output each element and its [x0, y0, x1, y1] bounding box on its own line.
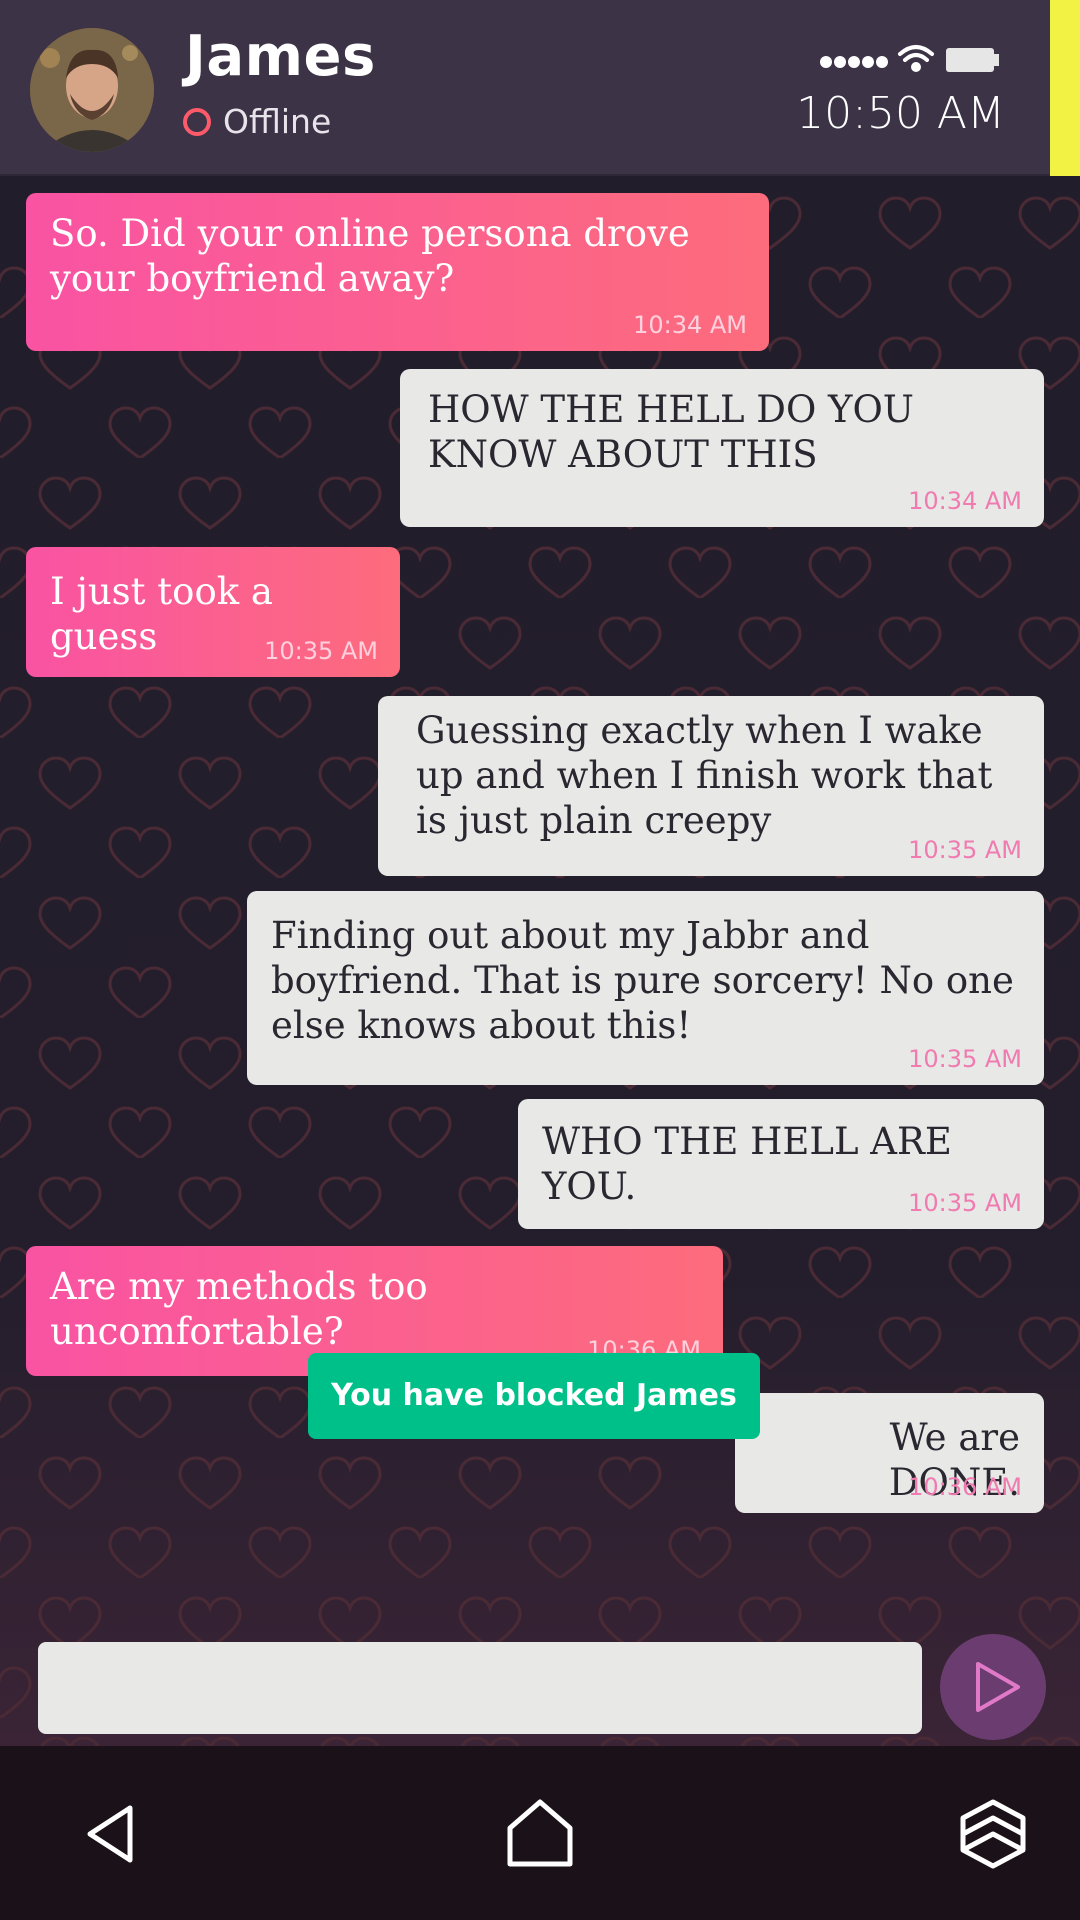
blocked-notice: You have blocked James — [308, 1353, 760, 1439]
system-nav-bar — [0, 1746, 1080, 1920]
message-bubble-sent[interactable]: WHO THE HELL ARE YOU. 10:35 AM — [518, 1099, 1044, 1229]
offline-status-icon — [183, 108, 211, 136]
message-time: 10:35 AM — [264, 637, 378, 665]
home-icon — [507, 1799, 573, 1867]
message-bubble-sent[interactable]: Guessing exactly when I wake up and when… — [378, 696, 1044, 876]
back-icon — [87, 1805, 133, 1863]
message-time: 10:35 AM — [908, 836, 1022, 864]
status-clock: 10:50 AM — [796, 88, 1005, 139]
message-time: 10:34 AM — [908, 487, 1022, 515]
recents-button[interactable] — [953, 1794, 1033, 1874]
signal-dots-icon — [820, 56, 888, 68]
wifi-icon — [898, 45, 934, 72]
message-text: HOW THE HELL DO YOU KNOW ABOUT THIS — [428, 388, 914, 476]
message-bubble-received[interactable]: I just took a guess 10:35 AM — [26, 547, 400, 677]
avatar[interactable] — [30, 28, 154, 152]
message-text: Guessing exactly when I wake up and when… — [416, 709, 993, 842]
status-icons — [820, 45, 999, 72]
message-time: 10:35 AM — [908, 1045, 1022, 1073]
battery-icon — [946, 48, 999, 72]
message-bubble-sent[interactable]: Finding out about my Jabbr and boyfriend… — [247, 891, 1044, 1085]
contact-name: James — [185, 24, 376, 89]
contact-status: Offline — [223, 102, 332, 141]
message-bubble-received[interactable]: So. Did your online persona drove your b… — [26, 193, 769, 351]
home-button[interactable] — [500, 1794, 580, 1874]
message-time: 10:36 AM — [908, 1473, 1022, 1501]
send-button[interactable] — [940, 1634, 1046, 1740]
message-input[interactable] — [38, 1642, 922, 1734]
back-button[interactable] — [72, 1794, 152, 1874]
chat-header: James Offline 10:50 AM — [0, 0, 1080, 176]
message-text: Finding out about my Jabbr and boyfriend… — [271, 914, 1014, 1047]
message-text: So. Did your online persona drove your b… — [50, 212, 690, 300]
message-bubble-sent[interactable]: HOW THE HELL DO YOU KNOW ABOUT THIS 10:3… — [400, 369, 1044, 527]
message-time: 10:35 AM — [908, 1189, 1022, 1217]
send-arrow-icon — [976, 1662, 1020, 1712]
message-bubble-sent[interactable]: We are DONE. 10:36 AM — [735, 1393, 1044, 1513]
message-time: 10:34 AM — [633, 311, 747, 339]
recents-icon — [960, 1799, 1026, 1869]
chat-area[interactable]: So. Did your online persona drove your b… — [0, 178, 1080, 1746]
accent-bar — [1050, 0, 1080, 176]
